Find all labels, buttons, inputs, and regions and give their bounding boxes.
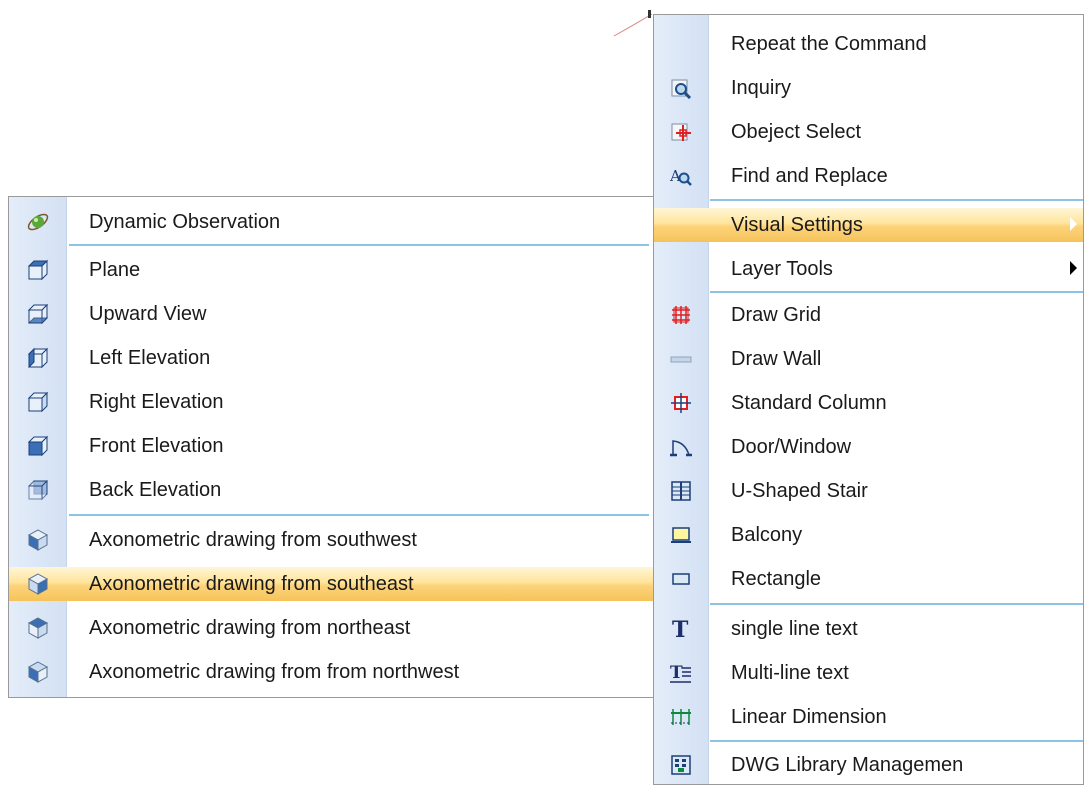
menu-item-layer-tools[interactable]: Layer Tools xyxy=(654,249,1083,289)
iso-ne-icon xyxy=(9,608,66,648)
menu-item-object-select[interactable]: Obeject Select xyxy=(654,112,1083,152)
submenu-item-label: Right Elevation xyxy=(89,390,224,413)
menu-separator xyxy=(710,199,1083,201)
svg-text:T: T xyxy=(670,663,683,683)
menu-item-find-replace[interactable]: A Find and Replace xyxy=(654,156,1083,196)
menu-separator xyxy=(710,603,1083,605)
submenu-item-iso-southwest[interactable]: Axonometric drawing from southwest xyxy=(9,520,653,560)
submenu-item-label: Axonometric drawing from southeast xyxy=(89,572,414,595)
menu-item-label: Rectangle xyxy=(731,567,822,590)
submenu-separator xyxy=(69,514,649,516)
submenu-item-left-elevation[interactable]: Left Elevation xyxy=(9,338,653,378)
menu-item-dwg-library[interactable]: DWG Library Managemen xyxy=(654,745,1083,785)
iso-se-icon xyxy=(9,564,66,604)
visual-settings-submenu: Dynamic Observation Plane Upward View Le… xyxy=(8,196,654,698)
submenu-item-label: Axonometric drawing from southwest xyxy=(89,528,417,551)
canvas-stroke xyxy=(613,10,653,37)
svg-text:T: T xyxy=(672,617,689,641)
column-icon xyxy=(654,383,708,423)
menu-item-repeat-command[interactable]: Repeat the Command xyxy=(654,24,1083,64)
menu-item-draw-grid[interactable]: Draw Grid xyxy=(654,295,1083,335)
submenu-item-upward-view[interactable]: Upward View xyxy=(9,294,653,334)
submenu-item-label: Dynamic Observation xyxy=(89,210,281,233)
dimension-icon xyxy=(654,697,708,737)
rectangle-icon xyxy=(654,559,708,599)
text-icon: T xyxy=(654,609,708,649)
wall-icon xyxy=(654,339,708,379)
submenu-item-label: Axonometric drawing from from northwest xyxy=(89,660,460,683)
grid-icon xyxy=(654,295,708,335)
submenu-item-iso-southeast[interactable]: Axonometric drawing from southeast xyxy=(9,564,653,604)
object-select-icon xyxy=(654,112,708,152)
menu-item-rectangle[interactable]: Rectangle xyxy=(654,559,1083,599)
menu-item-label: Visual Settings xyxy=(731,213,863,236)
submenu-item-iso-northeast[interactable]: Axonometric drawing from northeast xyxy=(9,608,653,648)
menu-item-label: Door/Window xyxy=(731,435,852,458)
menu-item-label: Draw Grid xyxy=(731,303,822,326)
iso-sw-icon xyxy=(9,520,66,560)
menu-item-u-shaped-stair[interactable]: U-Shaped Stair xyxy=(654,471,1083,511)
menu-item-label: Standard Column xyxy=(731,391,887,414)
magnifier-icon xyxy=(654,68,708,108)
multiline-text-icon: T xyxy=(654,653,708,693)
menu-item-label: Inquiry xyxy=(731,76,792,99)
submenu-item-front-elevation[interactable]: Front Elevation xyxy=(9,426,653,466)
menu-item-label: Layer Tools xyxy=(731,257,833,280)
submenu-item-label: Upward View xyxy=(89,302,207,325)
menu-item-single-line-text[interactable]: T single line text xyxy=(654,609,1083,649)
menu-item-inquiry[interactable]: Inquiry xyxy=(654,68,1083,108)
menu-item-linear-dimension[interactable]: Linear Dimension xyxy=(654,697,1083,737)
menu-item-label: DWG Library Managemen xyxy=(731,753,964,776)
cube-right-icon xyxy=(9,382,66,422)
submenu-item-back-elevation[interactable]: Back Elevation xyxy=(9,470,653,510)
stair-icon xyxy=(654,471,708,511)
menu-item-label: U-Shaped Stair xyxy=(731,479,868,502)
cube-front-icon xyxy=(9,426,66,466)
door-window-icon xyxy=(654,427,708,467)
orbit-icon xyxy=(9,202,66,242)
menu-item-label: Multi-line text xyxy=(731,661,849,684)
context-menu: Repeat the Command Inquiry Obeject Selec… xyxy=(653,14,1084,785)
menu-item-label: Repeat the Command xyxy=(731,32,927,55)
menu-item-draw-wall[interactable]: Draw Wall xyxy=(654,339,1083,379)
menu-item-standard-column[interactable]: Standard Column xyxy=(654,383,1083,423)
submenu-item-iso-northwest[interactable]: Axonometric drawing from from northwest xyxy=(9,652,653,692)
menu-item-label: Obeject Select xyxy=(731,120,862,143)
balcony-icon xyxy=(654,515,708,555)
menu-item-label: Draw Wall xyxy=(731,347,822,370)
menu-item-visual-settings[interactable]: Visual Settings xyxy=(654,205,1083,245)
menu-item-label: Find and Replace xyxy=(731,164,888,187)
submenu-arrow-icon xyxy=(1070,261,1077,275)
cube-bottom-icon xyxy=(9,294,66,334)
submenu-separator xyxy=(69,244,649,246)
menu-separator xyxy=(710,740,1083,742)
cube-back-icon xyxy=(9,470,66,510)
submenu-item-label: Left Elevation xyxy=(89,346,211,369)
menu-item-multi-line-text[interactable]: T Multi-line text xyxy=(654,653,1083,693)
submenu-item-label: Back Elevation xyxy=(89,478,222,501)
iso-nw-icon xyxy=(9,652,66,692)
submenu-arrow-icon xyxy=(1070,217,1077,231)
menu-item-label: Balcony xyxy=(731,523,803,546)
menu-separator xyxy=(710,291,1083,293)
cube-top-icon xyxy=(9,250,66,290)
menu-item-door-window[interactable]: Door/Window xyxy=(654,427,1083,467)
submenu-item-label: Front Elevation xyxy=(89,434,224,457)
submenu-item-plane[interactable]: Plane xyxy=(9,250,653,290)
submenu-item-label: Axonometric drawing from northeast xyxy=(89,616,411,639)
find-replace-icon: A xyxy=(654,156,708,196)
cube-left-icon xyxy=(9,338,66,378)
menu-item-label: single line text xyxy=(731,617,858,640)
library-icon xyxy=(654,745,708,785)
menu-item-label: Linear Dimension xyxy=(731,705,887,728)
submenu-item-label: Plane xyxy=(89,258,141,281)
submenu-item-dynamic-observation[interactable]: Dynamic Observation xyxy=(9,202,653,242)
menu-item-balcony[interactable]: Balcony xyxy=(654,515,1083,555)
submenu-item-right-elevation[interactable]: Right Elevation xyxy=(9,382,653,422)
